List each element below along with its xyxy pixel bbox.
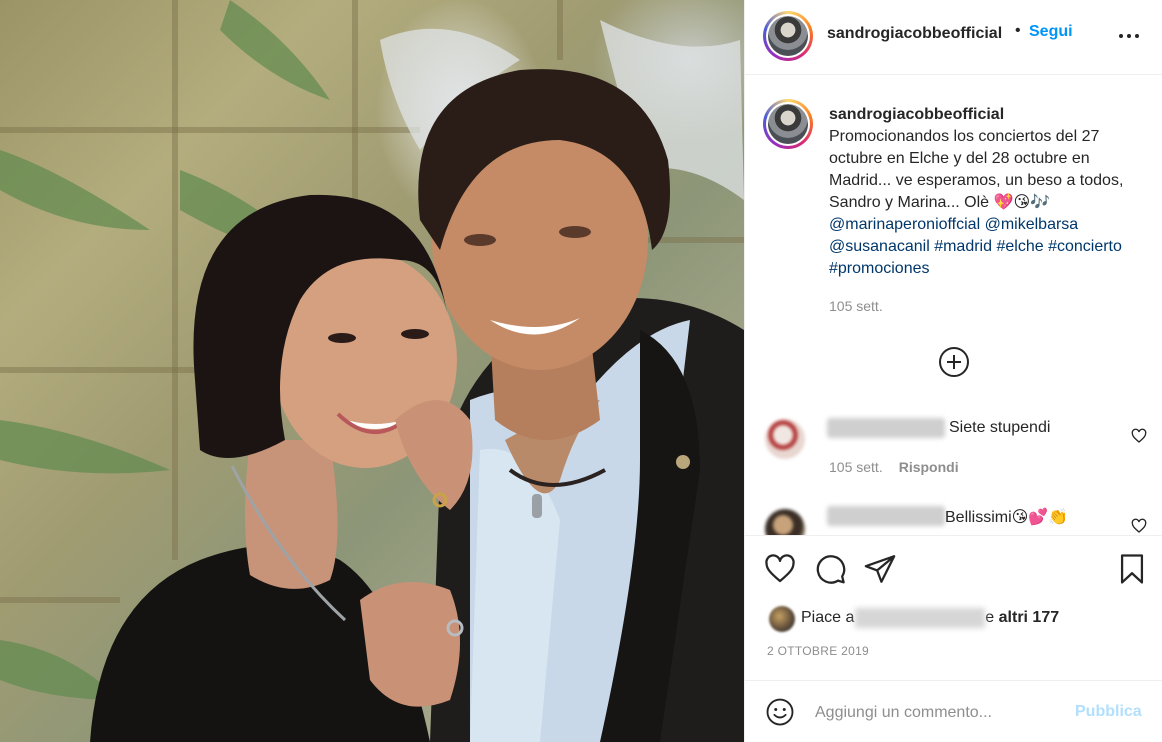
mention-link[interactable]: @susanacanil bbox=[829, 238, 930, 255]
hashtag-link[interactable]: #elche bbox=[996, 238, 1043, 255]
like-heart-icon[interactable] bbox=[763, 552, 797, 586]
follow-button[interactable]: Segui bbox=[1029, 23, 1073, 41]
hashtag-link[interactable]: #madrid bbox=[934, 238, 992, 255]
hashtag-link[interactable]: #promociones bbox=[829, 260, 930, 277]
comment-meta: 105 sett. Rispondi bbox=[829, 459, 959, 475]
comment-text: Siete stupendi bbox=[949, 419, 1051, 436]
emoji-smiley-icon[interactable] bbox=[765, 697, 795, 727]
hashtag-link[interactable]: #concierto bbox=[1048, 238, 1122, 255]
reply-button[interactable]: Rispondi bbox=[899, 459, 959, 475]
more-options-icon[interactable] bbox=[1117, 24, 1141, 52]
caption-text: Promocionandos los conciertos del 27 oct… bbox=[829, 128, 1124, 211]
caption-timestamp[interactable]: 105 sett. bbox=[829, 298, 883, 314]
post-photo-illustration bbox=[0, 0, 744, 742]
author-avatar-image bbox=[768, 16, 808, 56]
commenter-avatar[interactable] bbox=[765, 419, 805, 459]
comment-composer: Pubblica bbox=[745, 680, 1162, 742]
comment-like-heart-icon[interactable] bbox=[1131, 428, 1147, 444]
comment-text: Bellissimi😘💕👏 bbox=[945, 509, 1069, 526]
mention-link[interactable]: @marinaperonioffcial bbox=[829, 216, 980, 233]
likes-suffix: e bbox=[985, 609, 995, 627]
publish-button[interactable]: Pubblica bbox=[1075, 703, 1142, 721]
author-avatar[interactable] bbox=[763, 11, 813, 61]
header-separator: • bbox=[1015, 22, 1021, 39]
caption-author-avatar-image bbox=[768, 104, 808, 144]
liker-username-blurred[interactable] bbox=[854, 608, 985, 628]
likes-count-link[interactable]: altri 177 bbox=[999, 609, 1059, 626]
save-bookmark-icon[interactable] bbox=[1115, 552, 1149, 586]
liker-avatar[interactable] bbox=[769, 606, 795, 632]
post-date[interactable]: 2 OTTOBRE 2019 bbox=[767, 644, 869, 658]
commenter-avatar[interactable] bbox=[765, 509, 805, 535]
caption-author-avatar[interactable] bbox=[763, 99, 813, 149]
post-photo[interactable] bbox=[0, 0, 744, 742]
post-side-panel: sandrogiacobbeofficial • Segui sandrogia… bbox=[744, 0, 1162, 742]
load-more-comments-icon[interactable] bbox=[939, 347, 969, 377]
mention-link[interactable]: @mikelbarsa bbox=[985, 216, 1079, 233]
commenter-username-blurred[interactable] bbox=[827, 418, 945, 438]
comment-like-heart-icon[interactable] bbox=[1131, 518, 1147, 534]
commenter-username-blurred[interactable] bbox=[827, 506, 945, 526]
post-header: sandrogiacobbeofficial • Segui bbox=[745, 0, 1162, 75]
post-actions: Piace a e altri 177 2 OTTOBRE 2019 bbox=[745, 535, 1162, 680]
post-caption: sandrogiacobbeofficial Promocionandos lo… bbox=[829, 104, 1151, 280]
comments-area[interactable]: sandrogiacobbeofficial Promocionandos lo… bbox=[745, 75, 1162, 535]
share-paper-plane-icon[interactable] bbox=[863, 552, 897, 586]
comment-timestamp[interactable]: 105 sett. bbox=[829, 459, 883, 475]
comment-bubble-icon[interactable] bbox=[813, 552, 847, 586]
likes-summary: Piace a e altri 177 bbox=[801, 608, 1059, 628]
caption-username[interactable]: sandrogiacobbeofficial bbox=[829, 104, 1151, 126]
comment-input[interactable] bbox=[815, 701, 1065, 725]
likes-prefix: Piace a bbox=[801, 609, 855, 627]
author-username[interactable]: sandrogiacobbeofficial bbox=[827, 25, 1002, 43]
